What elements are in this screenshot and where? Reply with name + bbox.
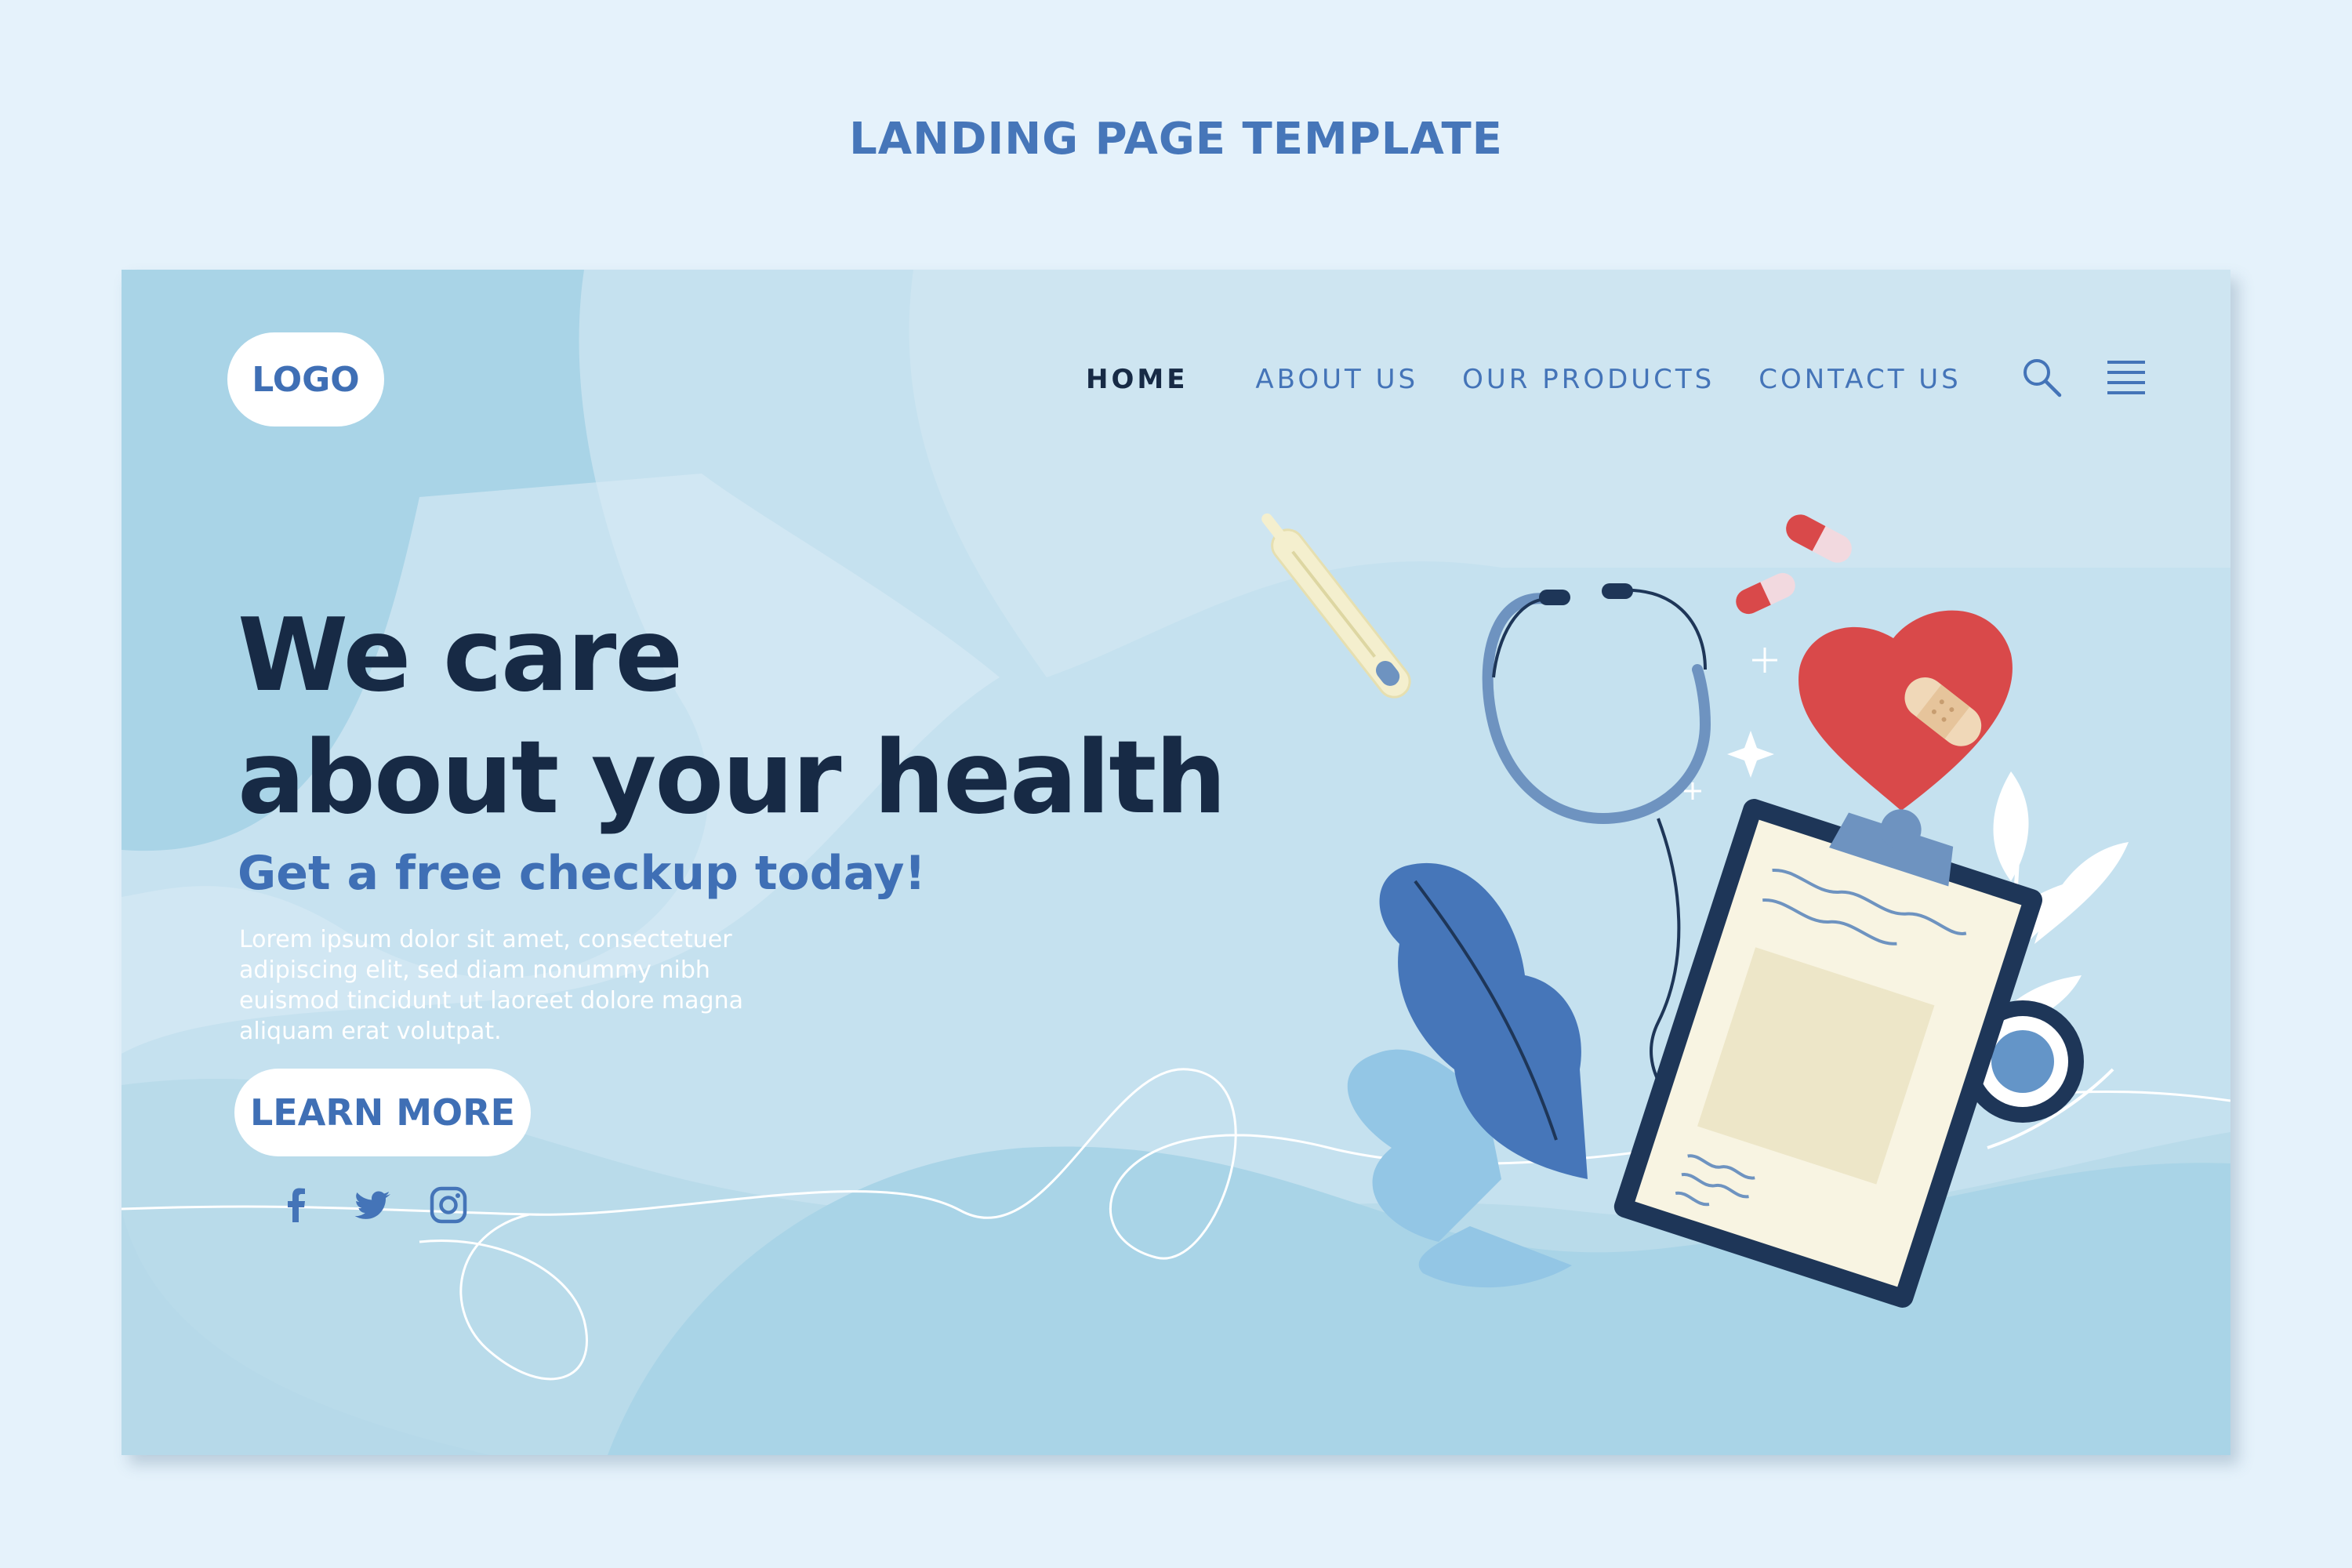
body-line: euismod tincidunt ut laoreet dolore magn… (239, 987, 743, 1014)
main-nav: HOME ABOUT US OUR PRODUCTS CONTACT US (1086, 356, 2005, 403)
twitter-icon[interactable] (354, 1185, 393, 1225)
pills-illustration (1736, 514, 1852, 615)
landing-page-mockup: LOGO HOME ABOUT US OUR PRODUCTS CONTACT … (122, 270, 2230, 1455)
facebook-icon[interactable] (277, 1185, 316, 1225)
hero-title-line-2: about your health (238, 720, 1227, 837)
hero-title-line-1: We care (238, 597, 683, 714)
page-heading: LANDING PAGE TEMPLATE (849, 114, 1503, 165)
heart-illustration (1798, 610, 2013, 811)
thermometer-illustration (1261, 513, 1411, 699)
learn-more-button[interactable]: LEARN MORE (234, 1069, 531, 1156)
nav-contact-us[interactable]: CONTACT US (1759, 364, 1962, 395)
search-icon[interactable] (2020, 356, 2063, 398)
instagram-icon[interactable] (429, 1185, 468, 1225)
hero-body-text: Lorem ipsum dolor sit amet, consectetuer… (239, 924, 811, 1047)
nav-our-products[interactable]: OUR PRODUCTS (1462, 364, 1715, 395)
nav-about-us[interactable]: ABOUT US (1255, 364, 1418, 395)
hero-subtitle: Get a free checkup today! (238, 846, 926, 901)
body-line: Lorem ipsum dolor sit amet, consectetuer (239, 926, 732, 953)
logo[interactable]: LOGO (227, 332, 384, 426)
body-line: adipiscing elit, sed diam nonummy nibh (239, 956, 710, 984)
hero-title: We care about your health (238, 595, 1335, 840)
nav-home[interactable]: HOME (1086, 364, 1188, 395)
body-line: aliquam erat volutpat. (239, 1018, 502, 1045)
clipboard-illustration (1613, 799, 2043, 1308)
hamburger-menu-icon[interactable] (2105, 358, 2147, 397)
medical-illustration (1261, 513, 2129, 1308)
